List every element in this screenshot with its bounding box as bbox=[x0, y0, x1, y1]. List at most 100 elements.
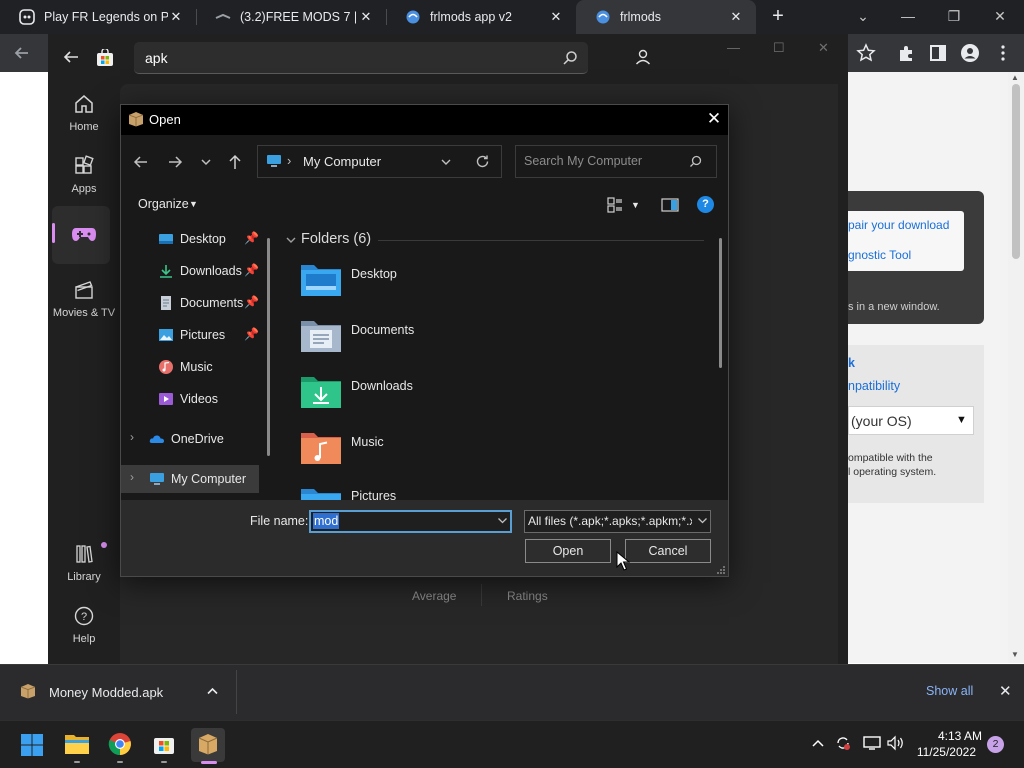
tab-close-icon[interactable]: ✕ bbox=[728, 9, 744, 25]
folder-documents[interactable]: Documents bbox=[300, 318, 414, 366]
sync-icon[interactable] bbox=[835, 735, 851, 751]
sidebar-item-library[interactable]: Library bbox=[48, 543, 120, 583]
bookmark-star-icon[interactable] bbox=[856, 43, 876, 63]
nav-item-my-computer[interactable]: My Computer bbox=[149, 466, 246, 492]
resize-grip-icon[interactable] bbox=[716, 565, 726, 575]
tab-frlmods[interactable]: frlmods ✕ bbox=[576, 0, 756, 34]
file-name-input[interactable] bbox=[309, 510, 512, 533]
restore-icon[interactable]: ❐ bbox=[934, 3, 974, 29]
windows-start-icon[interactable] bbox=[20, 733, 44, 757]
folders-group-header[interactable]: Folders (6) bbox=[301, 231, 371, 247]
chrome-icon[interactable] bbox=[108, 732, 132, 756]
store-search-input[interactable] bbox=[134, 42, 588, 74]
pin-icon: 📌 bbox=[244, 327, 259, 341]
sidebar-item-help[interactable]: ? Help bbox=[48, 605, 120, 645]
scroll-up-icon[interactable]: ▲ bbox=[1011, 73, 1019, 82]
file-name-dropdown-icon[interactable] bbox=[497, 516, 508, 525]
view-dropdown-icon[interactable]: ▼ bbox=[631, 200, 640, 210]
organize-menu-button[interactable]: Organize bbox=[138, 197, 189, 211]
folder-label: Music bbox=[351, 435, 384, 449]
downloads-folder-icon bbox=[301, 377, 341, 408]
collapse-chevron-icon[interactable] bbox=[285, 235, 297, 245]
folder-pictures[interactable]: Pictures bbox=[300, 486, 396, 500]
clock-time[interactable]: 4:13 AM bbox=[910, 729, 982, 743]
update-badge bbox=[101, 542, 107, 548]
tab-free-mods[interactable]: (3.2)FREE MODS 7 | frl ✕ bbox=[196, 0, 386, 34]
dialog-close-button[interactable]: ✕ bbox=[703, 108, 725, 130]
tab-close-icon[interactable]: ✕ bbox=[358, 9, 374, 25]
store-close-icon[interactable]: ✕ bbox=[818, 40, 829, 56]
sidebar-item-home[interactable]: Home bbox=[48, 93, 120, 133]
help-icon[interactable]: ? bbox=[697, 196, 714, 213]
nav-pane-scrollbar[interactable] bbox=[267, 238, 270, 456]
files-scrollbar[interactable] bbox=[719, 238, 722, 368]
store-back-icon[interactable] bbox=[62, 50, 80, 64]
svg-text:?: ? bbox=[81, 611, 87, 623]
search-icon[interactable] bbox=[562, 50, 578, 66]
expand-chevron-icon[interactable]: › bbox=[130, 470, 134, 484]
tab-close-icon[interactable]: ✕ bbox=[548, 9, 564, 25]
sidebar-item-apps[interactable]: Apps bbox=[48, 155, 120, 195]
close-download-bar-icon[interactable]: ✕ bbox=[999, 682, 1012, 700]
tab-search-icon[interactable]: ⌄ bbox=[843, 3, 883, 29]
tab-close-icon[interactable]: ✕ bbox=[168, 9, 184, 25]
microsoft-store-icon[interactable] bbox=[153, 733, 175, 755]
forward-arrow-icon[interactable] bbox=[167, 155, 183, 169]
hidden-icons-chevron-icon[interactable] bbox=[811, 738, 825, 748]
file-explorer-icon[interactable] bbox=[64, 733, 90, 755]
movies-clapper-icon bbox=[75, 281, 93, 299]
download-item[interactable]: Money Modded.apk bbox=[49, 685, 163, 700]
sidebar-item-label: Library bbox=[67, 571, 101, 583]
notification-badge[interactable]: 2 bbox=[987, 736, 1004, 753]
scrollbar-thumb[interactable] bbox=[1012, 84, 1020, 259]
preview-pane-icon[interactable] bbox=[661, 197, 679, 213]
nav-item-onedrive[interactable]: OneDrive bbox=[149, 426, 224, 452]
nav-item-pictures[interactable]: Pictures bbox=[158, 322, 225, 348]
account-icon[interactable] bbox=[634, 48, 652, 66]
back-arrow-icon[interactable] bbox=[133, 155, 149, 169]
refresh-icon[interactable] bbox=[475, 154, 490, 169]
search-icon[interactable] bbox=[689, 155, 702, 168]
store-minimize-icon[interactable]: — bbox=[727, 40, 740, 55]
display-icon[interactable] bbox=[863, 735, 881, 751]
store-maximize-icon[interactable]: ☐ bbox=[773, 40, 785, 56]
desktop-folder-icon bbox=[301, 265, 341, 296]
folder-downloads[interactable]: Downloads bbox=[300, 374, 413, 422]
folder-desktop[interactable]: Desktop bbox=[300, 262, 397, 310]
nav-item-documents[interactable]: Documents bbox=[158, 290, 243, 316]
open-button[interactable]: Open bbox=[525, 539, 611, 563]
diagnostic-tool-link[interactable]: gnostic Tool bbox=[848, 248, 911, 262]
file-name-label: File name: bbox=[250, 514, 309, 528]
nav-item-label: Documents bbox=[180, 296, 244, 310]
new-tab-button[interactable]: + bbox=[766, 5, 790, 29]
nav-item-desktop[interactable]: Desktop bbox=[158, 226, 226, 252]
clock-date[interactable]: 11/25/2022 bbox=[890, 745, 976, 759]
download-options-chevron-icon[interactable] bbox=[206, 686, 219, 696]
view-options-icon[interactable] bbox=[607, 197, 623, 213]
show-all-downloads-link[interactable]: Show all bbox=[926, 684, 973, 698]
expand-chevron-icon[interactable]: › bbox=[130, 430, 134, 444]
minimize-icon[interactable]: — bbox=[888, 3, 928, 29]
up-arrow-icon[interactable] bbox=[228, 154, 242, 170]
nav-item-downloads[interactable]: Downloads bbox=[158, 258, 242, 284]
repair-download-link[interactable]: pair your download bbox=[848, 218, 949, 232]
address-dropdown-icon[interactable] bbox=[440, 157, 452, 167]
nav-item-music[interactable]: Music bbox=[158, 354, 213, 380]
close-window-icon[interactable]: ✕ bbox=[980, 3, 1020, 29]
folder-music[interactable]: Music bbox=[300, 430, 384, 478]
extensions-puzzle-icon[interactable] bbox=[896, 43, 916, 63]
sidebar-item-movies-tv[interactable]: Movies & TV bbox=[48, 279, 120, 319]
nav-item-videos[interactable]: Videos bbox=[158, 386, 218, 412]
tab-play-fr-legends[interactable]: Play FR Legends on PC ✕ bbox=[0, 0, 196, 34]
compat-heading: k bbox=[848, 356, 855, 370]
cancel-button[interactable]: Cancel bbox=[625, 539, 711, 563]
chrome-menu-icon[interactable] bbox=[993, 43, 1013, 63]
recent-locations-chevron-icon[interactable] bbox=[200, 157, 212, 167]
side-panel-icon[interactable] bbox=[928, 43, 948, 63]
scroll-down-icon[interactable]: ▼ bbox=[1011, 650, 1019, 659]
back-arrow-icon[interactable] bbox=[12, 43, 32, 63]
store-search-value: apk bbox=[145, 50, 168, 66]
profile-avatar-icon[interactable] bbox=[960, 43, 980, 63]
file-type-dropdown-icon[interactable] bbox=[697, 516, 708, 525]
tab-frlmods-app-v2[interactable]: frlmods app v2 ✕ bbox=[386, 0, 576, 34]
